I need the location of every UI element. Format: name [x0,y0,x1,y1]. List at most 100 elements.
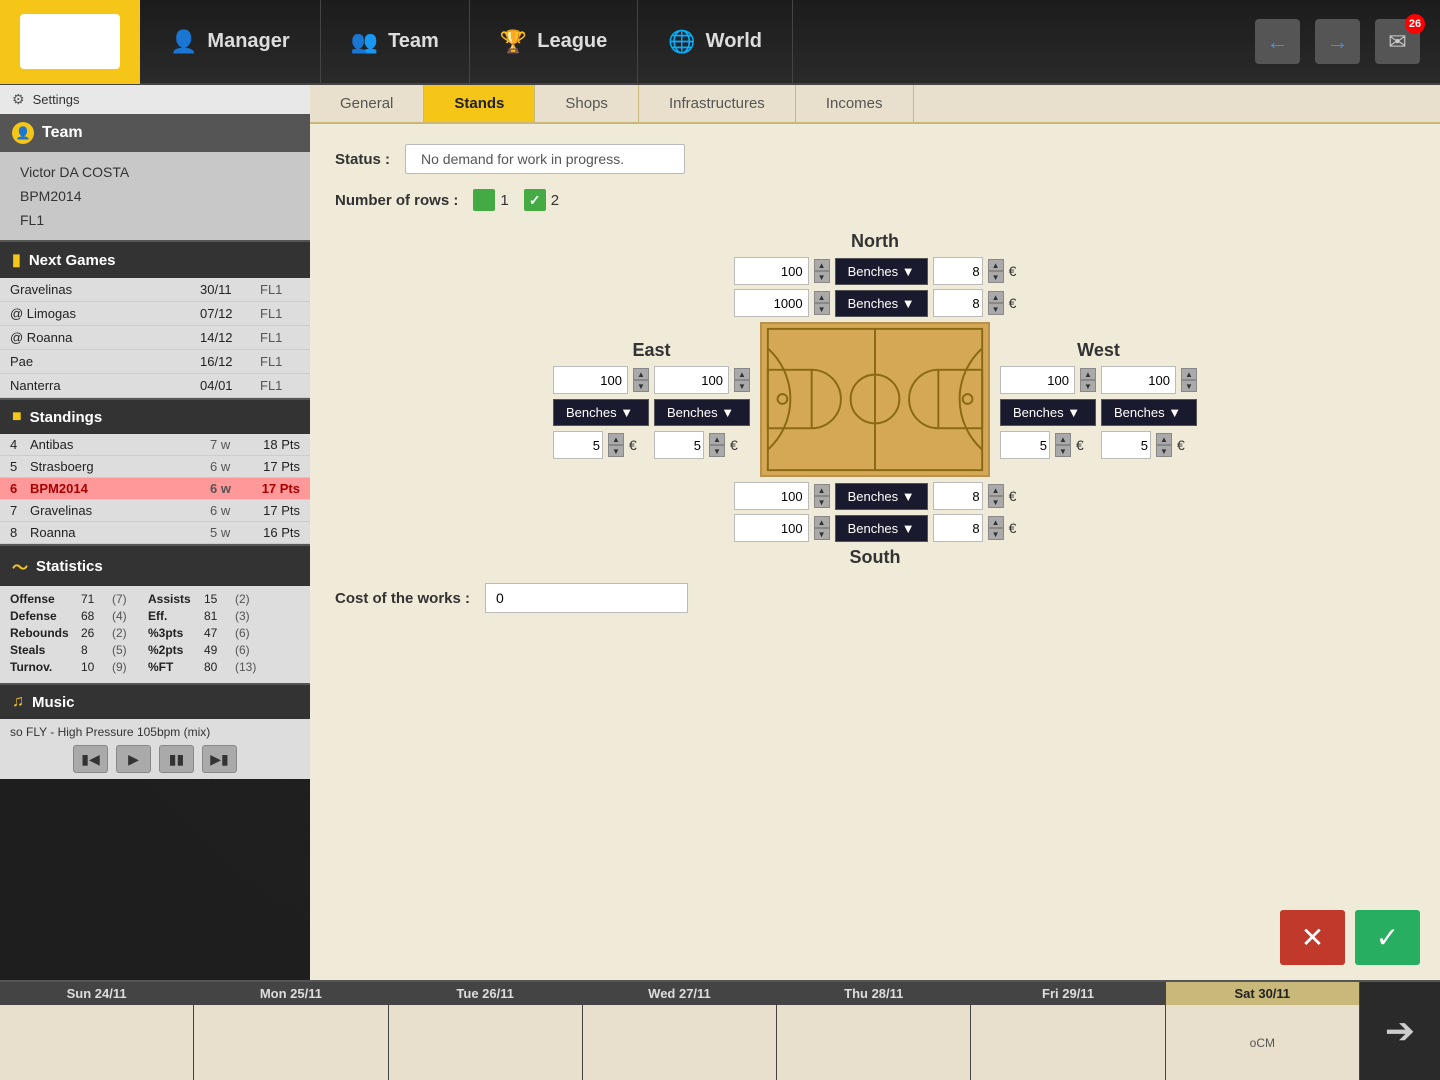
tab-stands[interactable]: Stands [424,85,535,122]
east-price-down-1[interactable]: ▼ [608,445,624,457]
east-bench-btn-1[interactable]: Benches ▼ [553,399,649,426]
west-spin-up-1[interactable]: ▲ [1080,368,1096,380]
north-spin-down-2[interactable]: ▼ [814,303,830,315]
cal-header-tue: Tue 26/11 [389,982,582,1005]
music-area: so FLY - High Pressure 105bpm (mix) ▮◀ ▶… [0,719,310,779]
south-spin-down-2[interactable]: ▼ [814,528,830,540]
stand-pts-3: 17 Pts [250,481,300,496]
nav-team[interactable]: 👥 Team [321,0,470,84]
west-bench-btn-1[interactable]: Benches ▼ [1000,399,1096,426]
east-spin-up-2[interactable]: ▲ [734,368,750,380]
east-spin-down-1[interactable]: ▼ [633,380,649,392]
east-price-row-1: ▲ ▼ € [553,431,649,459]
east-bench-btn-2[interactable]: Benches ▼ [654,399,750,426]
south-spin-up-2[interactable]: ▲ [814,516,830,528]
west-price-1[interactable] [1000,431,1050,459]
north-capacity-2[interactable] [734,289,809,317]
rank-2: 5 [10,459,30,474]
standing-row-1[interactable]: 4 Antibas 7 w 18 Pts [0,434,310,456]
manager-label: Manager [207,30,289,53]
west-price-down-2[interactable]: ▼ [1156,445,1172,457]
settings-row[interactable]: ⚙ Settings [0,85,310,114]
east-price-down-2[interactable]: ▼ [709,445,725,457]
mail-button[interactable]: ✉ 26 [1375,19,1420,64]
game-row-2[interactable]: @ Limogas 07/12 FL1 [0,302,310,326]
south-price-up-1[interactable]: ▲ [988,484,1004,496]
nav-back-button[interactable]: ← [1255,19,1300,64]
east-price-up-2[interactable]: ▲ [709,433,725,445]
row-checkbox-2[interactable]: ✓ [524,189,546,211]
west-spin-up-2[interactable]: ▲ [1181,368,1197,380]
east-spin-up-1[interactable]: ▲ [633,368,649,380]
north-spin-up-2[interactable]: ▲ [814,291,830,303]
music-prev-button[interactable]: ▮◀ [73,745,108,773]
north-price-up-2[interactable]: ▲ [988,291,1004,303]
row-checkbox-1[interactable] [473,189,495,211]
north-price-2[interactable] [933,289,983,317]
west-price-up-1[interactable]: ▲ [1055,433,1071,445]
nav-league[interactable]: 🏆 League [470,0,638,84]
cost-input[interactable] [485,583,688,613]
app-logo[interactable] [0,0,140,84]
game-row-4[interactable]: Pae 16/12 FL1 [0,350,310,374]
nav-forward-button[interactable]: → [1315,19,1360,64]
game-row-1[interactable]: Gravelinas 30/11 FL1 [0,278,310,302]
south-capacity-2[interactable] [734,514,809,542]
north-price-1[interactable] [933,257,983,285]
music-stop-button[interactable]: ▮▮ [159,745,194,773]
north-price-up-1[interactable]: ▲ [988,259,1004,271]
standing-row-5[interactable]: 8 Roanna 5 w 16 Pts [0,522,310,544]
south-bench-btn-2[interactable]: Benches ▼ [835,515,928,542]
game-row-3[interactable]: @ Roanna 14/12 FL1 [0,326,310,350]
standing-row-3[interactable]: 6 BPM2014 6 w 17 Pts [0,478,310,500]
standing-row-2[interactable]: 5 Strasboerg 6 w 17 Pts [0,456,310,478]
north-spin-up-1[interactable]: ▲ [814,259,830,271]
west-bench-btn-2[interactable]: Benches ▼ [1101,399,1197,426]
west-spin-down-1[interactable]: ▼ [1080,380,1096,392]
music-play-button[interactable]: ▶ [116,745,151,773]
row-1-label: 1 [500,192,508,209]
east-price-up-1[interactable]: ▲ [608,433,624,445]
south-price-2[interactable] [933,514,983,542]
calendar-next-button[interactable]: ➔ [1360,982,1440,1080]
game-league-1: FL1 [260,282,300,297]
confirm-button[interactable]: ✓ [1355,910,1420,965]
west-capacity-1[interactable] [1000,366,1075,394]
tab-infrastructures[interactable]: Infrastructures [639,85,796,122]
standing-row-4[interactable]: 7 Gravelinas 6 w 17 Pts [0,500,310,522]
north-price-down-2[interactable]: ▼ [988,303,1004,315]
west-price-down-1[interactable]: ▼ [1055,445,1071,457]
north-bench-btn-2[interactable]: Benches ▼ [835,290,928,317]
east-capacity-1[interactable] [553,366,628,394]
east-capacity-2[interactable] [654,366,729,394]
east-price-1[interactable] [553,431,603,459]
music-next-button[interactable]: ▶▮ [202,745,237,773]
west-price-2[interactable] [1101,431,1151,459]
tab-general[interactable]: General [310,85,424,122]
west-capacity-2[interactable] [1101,366,1176,394]
south-price-down-2[interactable]: ▼ [988,528,1004,540]
west-spin-down-2[interactable]: ▼ [1181,380,1197,392]
south-bench-btn-1[interactable]: Benches ▼ [835,483,928,510]
tab-incomes[interactable]: Incomes [796,85,914,122]
west-price-up-2[interactable]: ▲ [1156,433,1172,445]
stat-val-offense: 71 [81,592,106,606]
east-spin-down-2[interactable]: ▼ [734,380,750,392]
south-price-spin-2: ▲ ▼ [988,516,1004,540]
north-capacity-1[interactable] [734,257,809,285]
south-price-down-1[interactable]: ▼ [988,496,1004,508]
north-spin-down-1[interactable]: ▼ [814,271,830,283]
north-price-down-1[interactable]: ▼ [988,271,1004,283]
cancel-button[interactable]: ✕ [1280,910,1345,965]
south-price-up-2[interactable]: ▲ [988,516,1004,528]
south-capacity-1[interactable] [734,482,809,510]
nav-world[interactable]: 🌐 World [638,0,793,84]
game-row-5[interactable]: Nanterra 04/01 FL1 [0,374,310,398]
tab-shops[interactable]: Shops [535,85,639,122]
south-price-1[interactable] [933,482,983,510]
east-price-2[interactable] [654,431,704,459]
north-bench-btn-1[interactable]: Benches ▼ [835,258,928,285]
south-spin-down-1[interactable]: ▼ [814,496,830,508]
nav-manager[interactable]: 👤 Manager [140,0,321,84]
south-spin-up-1[interactable]: ▲ [814,484,830,496]
